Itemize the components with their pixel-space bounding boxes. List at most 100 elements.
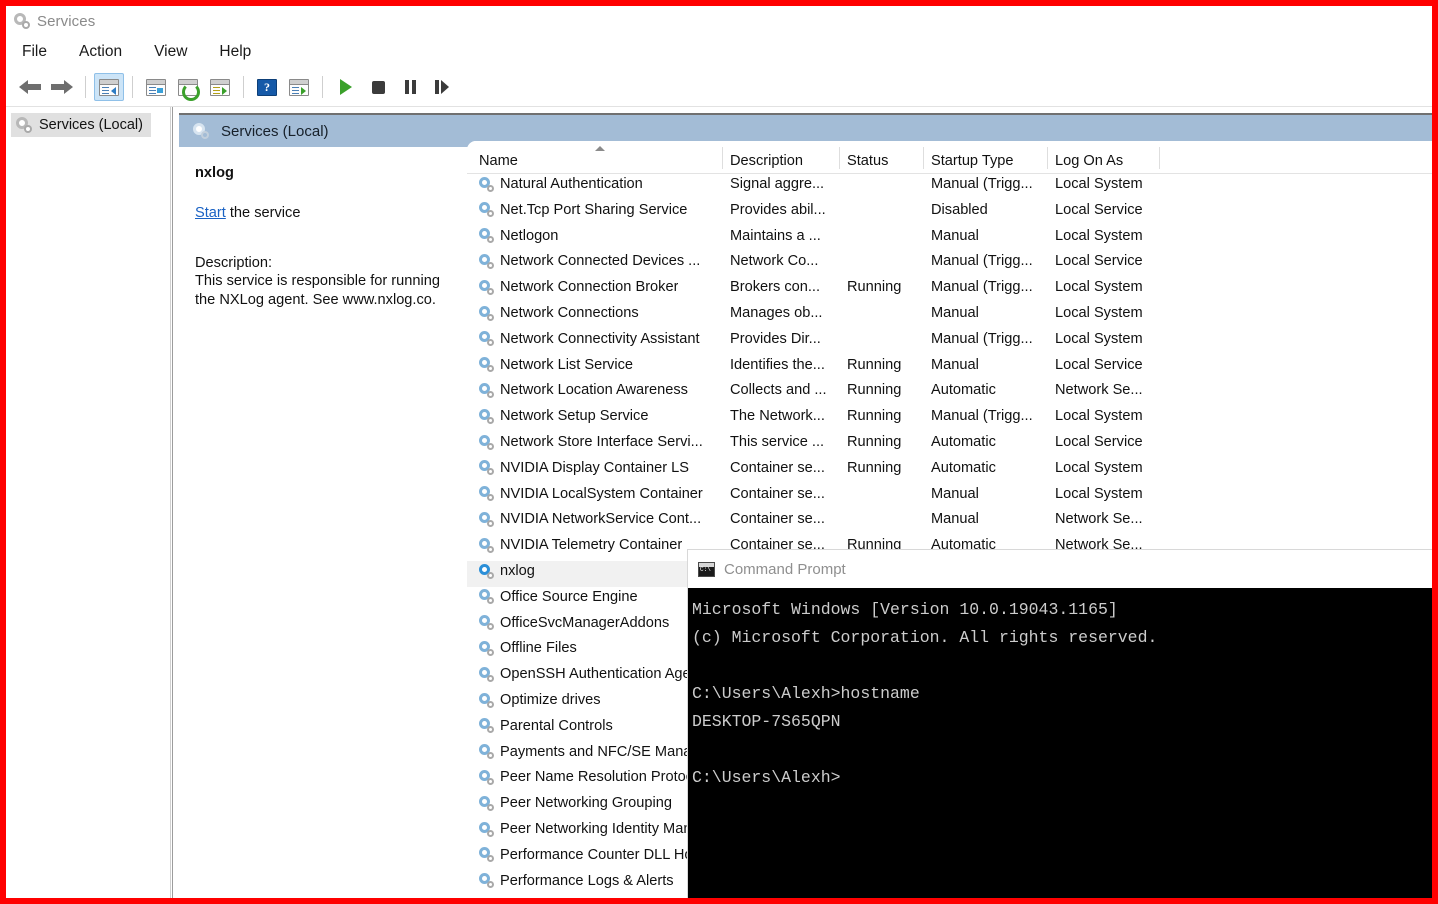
tree-item-services-local[interactable]: Services (Local): [11, 113, 151, 137]
column-header-description[interactable]: Description: [730, 141, 803, 174]
start-service-button[interactable]: [331, 73, 361, 101]
start-service-suffix: the service: [225, 205, 301, 221]
table-row[interactable]: Netlogon Maintains a ... Manual Local Syste…: [467, 226, 1432, 252]
cell-description: Collects and ...: [730, 382, 827, 399]
toolbar: ?: [6, 68, 1432, 107]
column-divider[interactable]: [1047, 147, 1048, 169]
properties-button[interactable]: [141, 73, 171, 101]
cell-name-label: NVIDIA LocalSystem Container: [500, 485, 703, 502]
play-icon: [340, 79, 352, 95]
table-row[interactable]: Network Store Interface Servi... This ser…: [467, 432, 1432, 458]
cell-description: Manages ob...: [730, 305, 823, 321]
back-button[interactable]: [15, 73, 45, 101]
cell-name-label: Network Connectivity Assistant: [500, 330, 700, 347]
cell-description: Network Co...: [730, 253, 819, 270]
table-row[interactable]: Network Connectivity Assistant Provides D…: [467, 329, 1432, 355]
cell-description: Maintains a ...: [730, 227, 821, 244]
cell-name-label: Parental Controls: [500, 717, 613, 734]
column-divider[interactable]: [839, 147, 840, 169]
cell-name-label: Peer Name Resolution Protocol: [500, 769, 705, 786]
table-row[interactable]: Network Connection Broker Brokers con... R…: [467, 277, 1432, 303]
services-gear-icon: [479, 202, 494, 218]
start-service-link[interactable]: Start: [195, 205, 226, 221]
help-button[interactable]: ?: [252, 73, 282, 101]
cell-name: Network Connection Broker: [479, 279, 678, 295]
export-list-button[interactable]: [205, 73, 235, 101]
toolbar-separator: [132, 76, 133, 98]
cell-description: The Network...: [730, 408, 825, 425]
cell-status: Running: [847, 434, 902, 450]
toolbar-separator: [85, 76, 86, 98]
cell-name: Parental Controls: [479, 718, 613, 734]
pause-service-button[interactable]: [395, 73, 425, 101]
table-row[interactable]: Network Connected Devices ... Network Co.…: [467, 251, 1432, 277]
services-gear-icon: [479, 228, 494, 244]
cell-log-on-as: Local Service: [1055, 201, 1143, 218]
cell-name-label: Offline Files: [500, 640, 577, 657]
cell-name-label: Network Store Interface Servi...: [500, 434, 703, 450]
show-hide-console-tree-button[interactable]: [94, 73, 124, 101]
table-row[interactable]: Net.Tcp Port Sharing Service Provides abi…: [467, 200, 1432, 226]
cell-log-on-as: Local System: [1055, 485, 1143, 502]
cell-description: Provides abil...: [730, 201, 826, 218]
table-row[interactable]: NVIDIA Display Container LS Container se.…: [467, 458, 1432, 484]
title-bar: Services: [6, 6, 1432, 36]
cell-name-label: Office Source Engine: [500, 588, 638, 605]
services-gear-icon: [479, 460, 494, 476]
properties-icon: [146, 78, 166, 96]
restart-service-button[interactable]: [427, 73, 457, 101]
column-header-status[interactable]: Status: [847, 141, 888, 174]
column-divider[interactable]: [722, 147, 723, 169]
cell-startup-type: Manual: [931, 305, 979, 321]
cell-log-on-as: Network Se...: [1055, 511, 1143, 528]
cell-name-label: Network Connections: [500, 305, 639, 321]
cell-name: Network Location Awareness: [479, 382, 688, 398]
services-gear-icon: [479, 821, 494, 837]
cell-status: Running: [847, 408, 902, 425]
table-row[interactable]: Network Connections Manages ob... Manual Lo…: [467, 303, 1432, 329]
menu-item-file[interactable]: File: [20, 41, 49, 63]
arrow-left-icon: [19, 78, 41, 96]
console-tree-icon: [99, 78, 119, 96]
help-icon: ?: [257, 78, 277, 96]
cell-name-label: Performance Logs & Alerts: [500, 872, 674, 889]
cell-startup-type: Disabled: [931, 201, 988, 218]
cell-startup-type: Manual (Trigg...: [931, 330, 1033, 347]
services-gear-icon: [479, 615, 494, 631]
column-divider[interactable]: [1159, 147, 1160, 169]
cell-startup-type: Manual: [931, 227, 979, 244]
cell-status: Running: [847, 382, 902, 399]
command-prompt-title: Command Prompt: [724, 560, 846, 578]
table-row[interactable]: Network Setup Service The Network... Runni…: [467, 406, 1432, 432]
cell-name: Peer Name Resolution Protocol: [479, 769, 704, 785]
services-gear-icon: [479, 589, 494, 605]
table-row[interactable]: NVIDIA LocalSystem Container Container se…: [467, 484, 1432, 510]
column-header-log-on-as[interactable]: Log On As: [1055, 141, 1123, 174]
column-divider[interactable]: [923, 147, 924, 169]
menu-item-action[interactable]: Action: [77, 41, 124, 63]
menu-item-help[interactable]: Help: [217, 41, 253, 63]
table-row[interactable]: Network Location Awareness Collects and .…: [467, 380, 1432, 406]
show-action-pane-button[interactable]: [284, 73, 314, 101]
cell-startup-type: Automatic: [931, 434, 996, 450]
cell-name: Net.Tcp Port Sharing Service: [479, 202, 687, 218]
command-prompt-window[interactable]: Command Prompt Microsoft Windows [Versio…: [688, 550, 1432, 898]
cell-name: OfficeSvcManagerAddons: [479, 615, 669, 631]
services-gear-icon: [193, 123, 209, 139]
cell-name: Optimize drives: [479, 692, 601, 708]
column-header-name[interactable]: Name: [479, 141, 518, 174]
stop-service-button[interactable]: [363, 73, 393, 101]
menu-item-view[interactable]: View: [152, 41, 189, 63]
cell-log-on-as: Local Service: [1055, 356, 1143, 373]
table-row[interactable]: Network List Service Identifies the... Run…: [467, 355, 1432, 381]
forward-button[interactable]: [47, 73, 77, 101]
cell-log-on-as: Network Se...: [1055, 382, 1143, 399]
cell-log-on-as: Local System: [1055, 408, 1143, 425]
table-row[interactable]: Natural Authentication Signal aggre... Man…: [467, 174, 1432, 200]
refresh-button[interactable]: [173, 73, 203, 101]
column-header-startup-type[interactable]: Startup Type: [931, 141, 1013, 174]
table-row[interactable]: NVIDIA NetworkService Cont... Container s…: [467, 509, 1432, 535]
command-prompt-output[interactable]: Microsoft Windows [Version 10.0.19043.11…: [688, 588, 1432, 898]
cell-name-label: Peer Networking Grouping: [500, 795, 672, 812]
cell-name: OpenSSH Authentication Agent: [479, 666, 703, 682]
